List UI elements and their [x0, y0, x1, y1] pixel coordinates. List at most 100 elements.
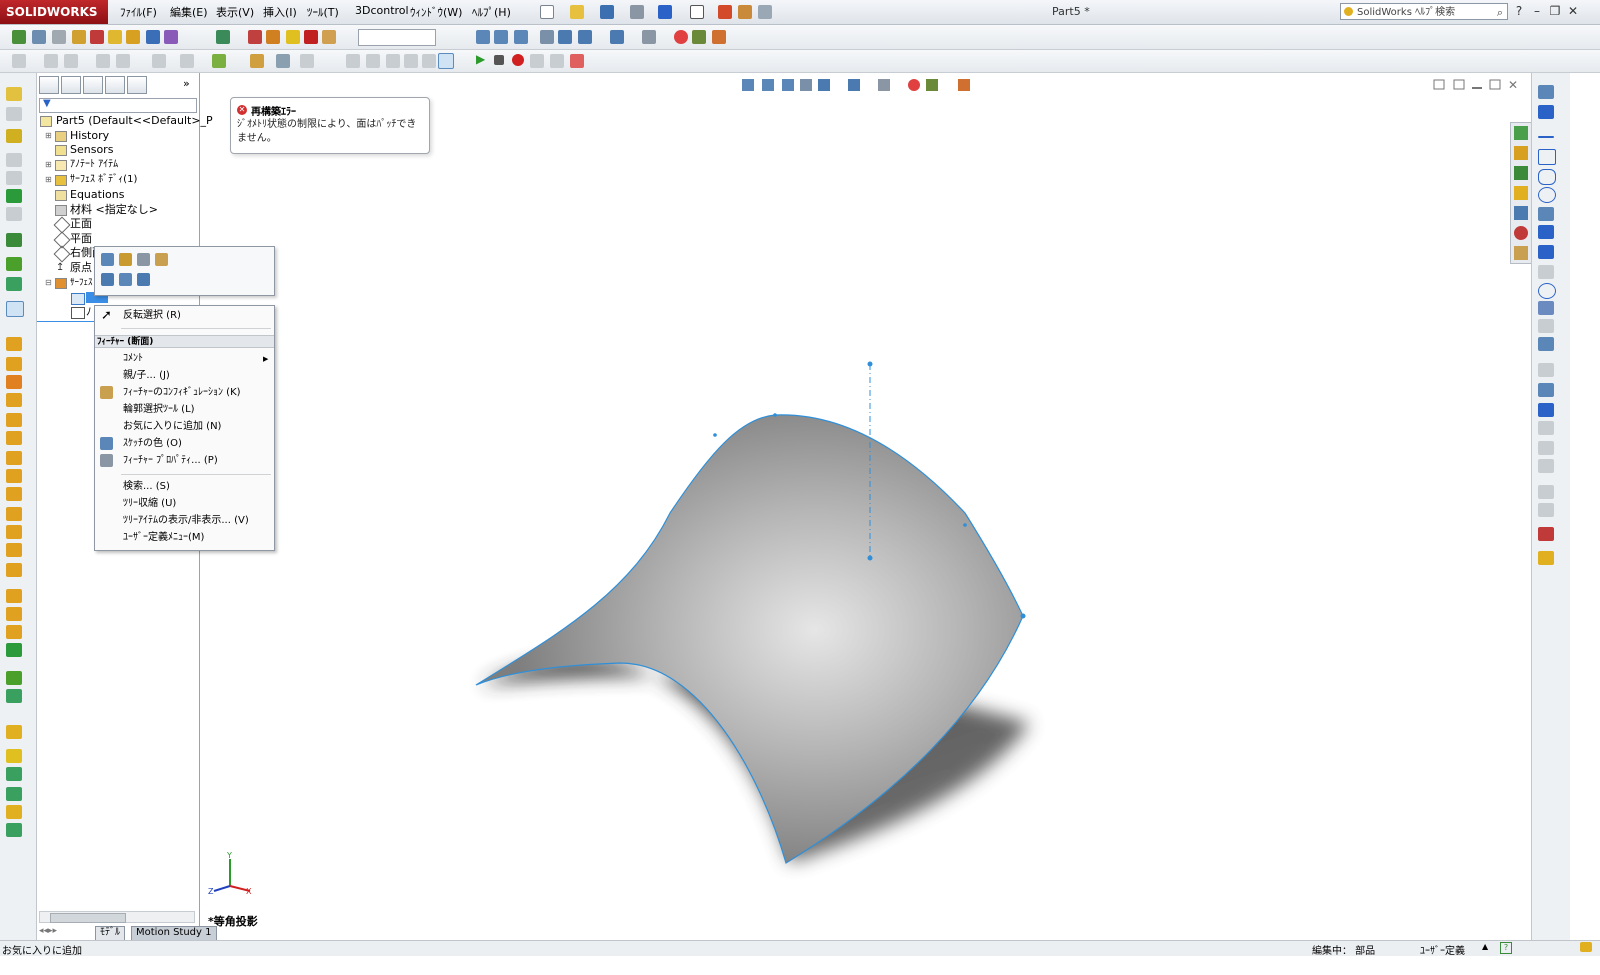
menu-parent-child[interactable]: 親/子... (J): [123, 368, 170, 384]
display-relations-icon[interactable]: [1538, 485, 1554, 499]
surface-extrude-icon[interactable]: [6, 589, 22, 603]
zoom-to-selection-icon[interactable]: [119, 273, 132, 286]
quick-snaps-icon[interactable]: [1538, 527, 1554, 541]
appearance-ball-icon[interactable]: [674, 30, 688, 44]
menu-customize[interactable]: ﾕｰｻﾞｰ定義ﾒﾆｭｰ(M): [123, 530, 204, 546]
point-icon[interactable]: [1538, 301, 1554, 315]
customize-macro-icon[interactable]: [570, 54, 584, 68]
planar-surface-icon[interactable]: [6, 725, 22, 739]
suppress-icon[interactable]: [137, 253, 150, 266]
expand-chevron-icon[interactable]: »: [183, 77, 190, 90]
menu-file[interactable]: ﾌｧｲﾙ(F): [120, 4, 157, 20]
cut-revolve-icon[interactable]: [6, 207, 22, 221]
edit-appearance-icon[interactable]: [642, 30, 656, 44]
custom-properties-icon[interactable]: [1514, 246, 1528, 260]
undo-icon[interactable]: [658, 5, 672, 19]
fill-surface-icon[interactable]: [6, 767, 22, 781]
search-icon[interactable]: ⌕: [1497, 4, 1503, 21]
line-icon[interactable]: [1538, 136, 1554, 138]
3d-sketch-icon[interactable]: [438, 53, 454, 69]
record-macro-icon[interactable]: [512, 54, 524, 66]
scrollbar-thumb[interactable]: [50, 913, 126, 923]
warning-icon[interactable]: [1538, 421, 1554, 435]
menu-comment[interactable]: ｺﾒﾝﾄ: [123, 351, 143, 367]
hide-show-icon[interactable]: [610, 30, 624, 44]
slot-icon[interactable]: [1538, 169, 1556, 185]
scene-hud-icon[interactable]: [926, 79, 938, 91]
appearances-icon[interactable]: [1514, 226, 1528, 240]
appearance-hud-icon[interactable]: [908, 79, 920, 91]
mass-properties-icon[interactable]: [52, 30, 66, 44]
close-icon[interactable]: ✕: [1566, 4, 1580, 18]
edit-sketch-icon[interactable]: [119, 253, 132, 266]
section-view-hud-icon[interactable]: [800, 79, 812, 91]
thickness-icon[interactable]: [286, 30, 300, 44]
split-view-2-icon[interactable]: [1453, 79, 1465, 90]
rapid-sketch-right-icon[interactable]: [1538, 551, 1554, 565]
expand-plus-icon[interactable]: ⊞: [45, 131, 52, 140]
draft-icon[interactable]: [6, 393, 22, 407]
split-view-icon[interactable]: [1433, 79, 1445, 90]
menu-sketch-color[interactable]: ｽｹｯﾁの色 (O): [123, 436, 182, 452]
helix-icon[interactable]: [6, 671, 22, 685]
status-units[interactable]: ﾕｰｻﾞｰ定義: [1420, 942, 1465, 957]
save-icon[interactable]: [600, 5, 614, 19]
print-icon[interactable]: [630, 5, 644, 19]
curves-icon[interactable]: [6, 257, 22, 271]
intersect-icon[interactable]: [6, 469, 22, 483]
sketch-point[interactable]: [867, 361, 873, 367]
text-icon[interactable]: [1538, 337, 1554, 351]
units-menu-arrow-icon[interactable]: ▲: [1482, 942, 1488, 951]
surface-loft-icon[interactable]: [6, 643, 22, 657]
knit-surface-icon[interactable]: [6, 787, 22, 801]
spellcheck-icon[interactable]: [12, 30, 26, 44]
geometry-analysis-icon[interactable]: [108, 30, 122, 44]
zoom-area-hud-icon[interactable]: [762, 79, 774, 91]
dome-icon[interactable]: [6, 451, 22, 465]
compare-icon[interactable]: [322, 30, 336, 44]
pattern-icon[interactable]: [152, 54, 166, 68]
design-library-icon[interactable]: [1514, 166, 1528, 180]
file-explorer-icon[interactable]: [1514, 186, 1528, 200]
relations-icon[interactable]: [64, 54, 78, 68]
curve-icon[interactable]: [212, 54, 226, 68]
menu-edit[interactable]: 編集(E): [170, 4, 208, 20]
circle-icon[interactable]: [1538, 187, 1556, 203]
repair-sketch-icon[interactable]: [366, 54, 380, 68]
trim-surface-icon[interactable]: [6, 805, 22, 819]
chamfer-icon[interactable]: [6, 357, 22, 371]
arc-icon[interactable]: [1538, 207, 1554, 221]
cut-extrude-icon[interactable]: [6, 189, 22, 203]
smart-dimension-icon[interactable]: [44, 54, 58, 68]
view-orientation-hud-icon[interactable]: [818, 79, 830, 91]
delete-body-icon[interactable]: [6, 563, 22, 577]
sketch-point[interactable]: [867, 555, 873, 561]
menu-window[interactable]: ｳｨﾝﾄﾞｳ(W): [410, 4, 462, 20]
tab-feature-manager[interactable]: [39, 76, 59, 94]
ellipse-icon[interactable]: [1538, 245, 1554, 259]
select-arrow-icon[interactable]: [690, 5, 704, 19]
offset-sketch-icon[interactable]: [1538, 383, 1554, 397]
expand-plus-icon[interactable]: ⊞: [45, 160, 52, 169]
menu-feature-configuration[interactable]: ﾌｨｰﾁｬｰのｺﾝﾌｨｷﾞｭﾚｰｼｮﾝ (K): [123, 385, 241, 401]
extrude-boss-icon[interactable]: [6, 87, 22, 101]
rebuild-status-icon[interactable]: [1580, 942, 1592, 952]
measure-icon[interactable]: [32, 30, 46, 44]
tab-display-manager[interactable]: [127, 76, 147, 94]
help-question-icon[interactable]: ?: [1512, 4, 1526, 18]
tab-configuration-manager[interactable]: [83, 76, 103, 94]
file-properties-icon[interactable]: [738, 5, 752, 19]
rebuild-traffic-light-icon[interactable]: [718, 5, 732, 19]
rectangle-icon[interactable]: [1538, 149, 1556, 165]
normal-to-icon[interactable]: [137, 273, 150, 286]
sketch-point[interactable]: [773, 413, 777, 417]
move-sketch-icon[interactable]: [1538, 459, 1554, 473]
tab-model[interactable]: ﾓﾃﾞﾙ: [95, 926, 125, 941]
3d-sketch-left-icon[interactable]: [6, 301, 24, 317]
extend-surface-icon[interactable]: [6, 823, 22, 837]
reference-geometry-icon[interactable]: [250, 54, 264, 68]
move-copy-body-icon[interactable]: [6, 543, 22, 557]
sketch-point[interactable]: [713, 433, 717, 437]
help-search-input[interactable]: SolidWorks ﾍﾙﾌﾟ検索 ⌕: [1340, 3, 1508, 20]
composite-curve-icon[interactable]: [6, 689, 22, 703]
